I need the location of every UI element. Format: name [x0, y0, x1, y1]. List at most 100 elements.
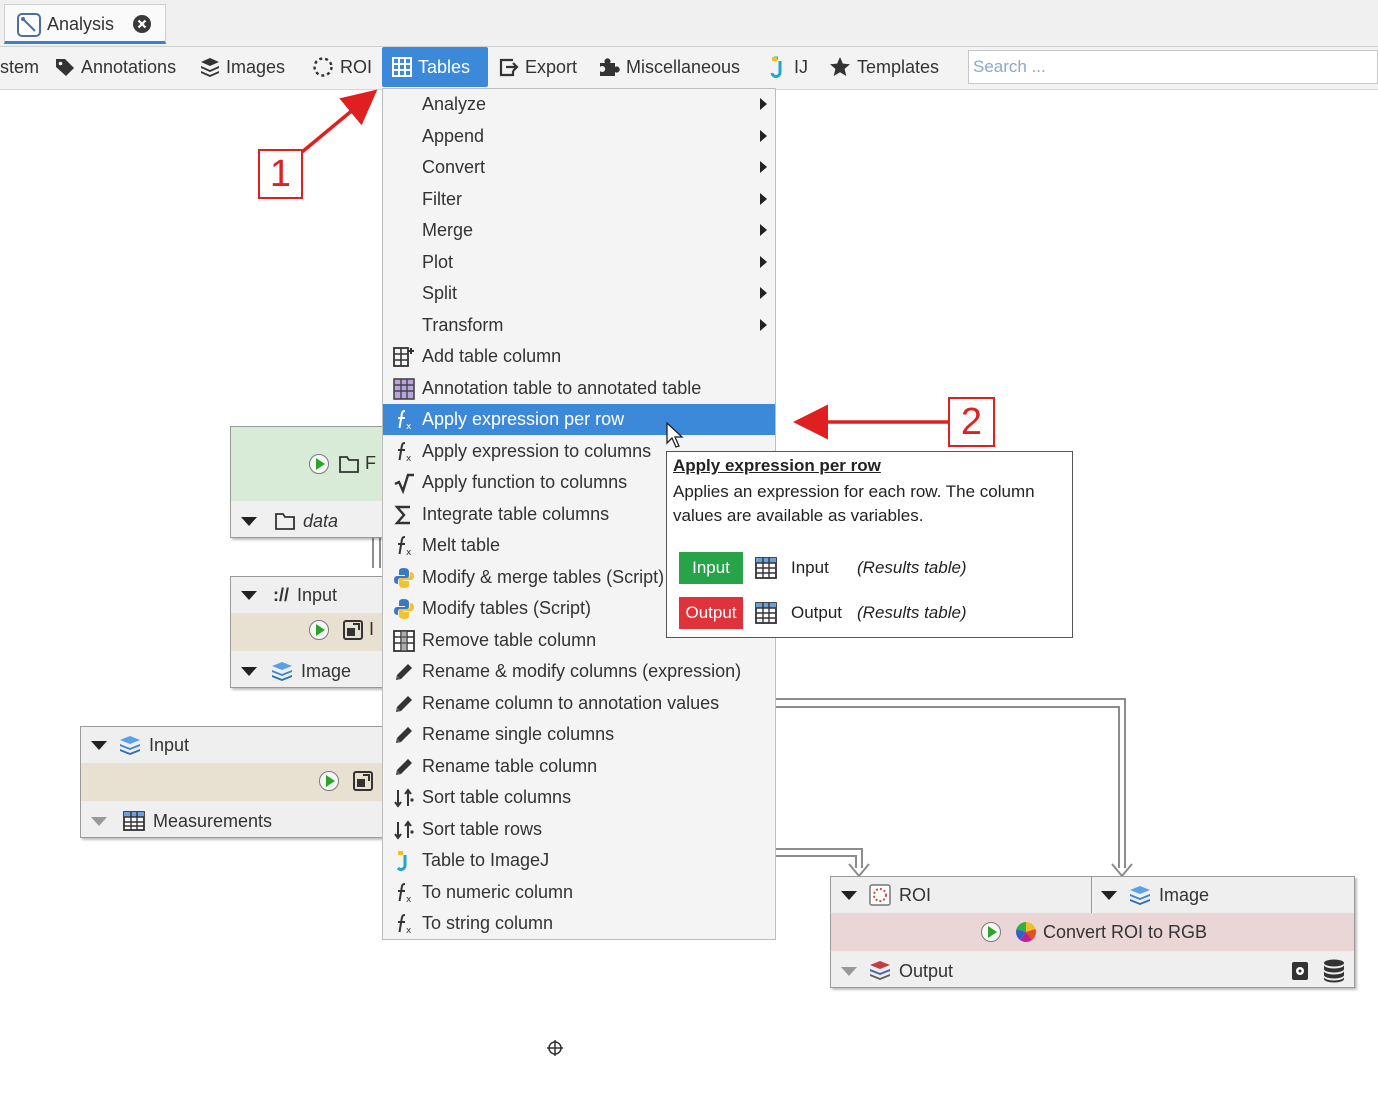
menu-item-label: Modify & merge tables (Script) — [422, 566, 665, 587]
chevron-down-icon — [241, 516, 257, 526]
python-icon — [393, 567, 415, 589]
folder-icon — [275, 513, 295, 530]
run-icon[interactable] — [309, 619, 329, 640]
node-2-input-slot[interactable]: :// Input — [241, 581, 337, 609]
mouse-cursor-icon — [666, 421, 684, 455]
database-icon[interactable] — [1323, 959, 1345, 988]
submenu-arrow-icon — [760, 224, 767, 236]
menu-item-label: Filter — [422, 188, 462, 209]
layers-icon — [120, 736, 140, 755]
menu-item-analyze[interactable]: Analyze — [383, 89, 775, 120]
submenu-arrow-icon — [760, 318, 767, 331]
function-icon: x — [393, 913, 415, 935]
chevron-down-icon — [1101, 890, 1117, 900]
tooltip-output-badge: Output — [679, 597, 743, 629]
disk-icon[interactable] — [1291, 961, 1309, 986]
menu-item-label: Rename table column — [422, 755, 598, 776]
menu-item-to-numeric-column[interactable]: x To numeric column — [383, 877, 775, 908]
node-3-title-row — [319, 771, 373, 791]
callout-2: 2 — [948, 397, 995, 447]
node-2-output-slot[interactable]: Image — [241, 657, 351, 685]
chevron-down-icon — [91, 816, 107, 826]
layers-icon — [272, 662, 292, 681]
menu-item-rename-table-column[interactable]: Rename table column — [383, 751, 775, 782]
node-3-output-slot[interactable]: Measurements — [91, 807, 272, 835]
menu-item-label: Apply expression per row — [422, 409, 625, 429]
sqrt-icon — [393, 472, 415, 494]
table-icon — [755, 557, 777, 584]
table-icon — [123, 811, 145, 831]
node-4-title-row: Convert ROI to RGB — [981, 921, 1207, 943]
submenu-arrow-icon — [760, 287, 767, 299]
menu-item-label: Sort table rows — [422, 818, 543, 839]
submenu-arrow-icon — [760, 161, 767, 173]
run-icon[interactable] — [981, 922, 1001, 942]
menu-item-label: Apply expression to columns — [422, 440, 652, 461]
menu-item-split[interactable]: Split — [383, 278, 775, 309]
menu-item-label: To string column — [422, 913, 554, 933]
menu-item-rename-single-columns[interactable]: Rename single columns — [383, 719, 775, 750]
menu-item-sort-table-rows[interactable]: Sort table rows — [383, 814, 775, 845]
node-1-output-slot[interactable]: data — [241, 507, 338, 535]
menu-item-label: Rename column to annotation values — [422, 692, 720, 713]
menu-item-to-string-column[interactable]: x To string column — [383, 908, 775, 939]
menu-item-add-table-column[interactable]: Add table column — [383, 341, 775, 372]
crosshair-icon — [546, 1039, 564, 1062]
callout-1: 1 — [258, 149, 303, 199]
node-4-input-roi[interactable]: ROI — [841, 881, 931, 909]
node-1-title-row: F — [309, 453, 376, 474]
svg-text:x: x — [406, 454, 412, 463]
function-icon: x — [393, 535, 415, 557]
node-3-input-slot[interactable]: Input — [91, 731, 189, 759]
chevron-down-icon — [91, 740, 107, 750]
menu-item-apply-expression-per-row[interactable]: x Apply expression per row — [383, 404, 775, 435]
import-icon — [353, 771, 373, 791]
folder-icon — [339, 455, 359, 473]
pencil-icon — [393, 756, 415, 778]
menu-item-merge[interactable]: Merge — [383, 215, 775, 246]
menu-item-label: Table to ImageJ — [422, 850, 550, 870]
svg-text:x: x — [406, 895, 412, 904]
menu-item-label: Modify tables (Script) — [422, 598, 592, 618]
run-icon[interactable] — [319, 771, 339, 791]
menu-item-filter[interactable]: Filter — [383, 184, 775, 215]
pencil-icon — [393, 661, 415, 683]
node-1[interactable]: F data — [230, 426, 385, 538]
menu-item-label: Analyze — [422, 94, 487, 114]
pencil-icon — [393, 724, 415, 746]
menu-item-label: Apply function to columns — [422, 472, 628, 492]
menu-item-plot[interactable]: Plot — [383, 247, 775, 278]
menu-item-sort-table-columns[interactable]: Sort table columns — [383, 782, 775, 813]
annotation-table-icon — [393, 377, 415, 400]
pencil-icon — [393, 693, 415, 715]
menu-item-append[interactable]: Append — [383, 121, 775, 152]
menu-item-label: Remove table column — [422, 629, 597, 650]
node-convert-roi-to-rgb[interactable]: ROI Image Convert ROI to RGB Output — [830, 876, 1355, 988]
run-icon[interactable] — [309, 453, 329, 474]
svg-text:x: x — [406, 422, 412, 431]
svg-text:x: x — [406, 548, 412, 557]
function-icon: x — [393, 882, 415, 904]
node-4-output-slot[interactable]: Output — [841, 957, 953, 985]
menu-item-label: Integrate table columns — [422, 503, 610, 524]
roi-icon — [869, 884, 891, 906]
node-2[interactable]: :// Input I Image — [230, 576, 385, 688]
menu-item-convert[interactable]: Convert — [383, 152, 775, 183]
menu-item-label: Annotation table to annotated table — [422, 377, 702, 398]
sigma-icon — [393, 504, 415, 526]
menu-item-table-to-imagej[interactable]: Table to ImageJ — [383, 845, 775, 876]
menu-item-rename-column-to-annotation-values[interactable]: Rename column to annotation values — [383, 688, 775, 719]
node-4-input-image[interactable]: Image — [1101, 881, 1209, 909]
tooltip-input-badge: Input — [679, 552, 743, 584]
imagej-icon — [393, 850, 415, 872]
menu-item-label: Convert — [422, 157, 486, 177]
url-icon: :// — [273, 584, 289, 605]
chevron-down-icon — [241, 666, 257, 676]
menu-item-rename-modify-columns-expression[interactable]: Rename & modify columns (expression) — [383, 656, 775, 687]
color-wheel-icon — [1016, 922, 1036, 942]
menu-item-transform[interactable]: Transform — [383, 310, 775, 341]
menu-item-label: To numeric column — [422, 881, 574, 902]
submenu-arrow-icon — [760, 255, 767, 268]
menu-item-annotation-table-to-annotated-table[interactable]: Annotation table to annotated table — [383, 373, 775, 404]
node-3[interactable]: Input Measurements — [80, 726, 385, 838]
